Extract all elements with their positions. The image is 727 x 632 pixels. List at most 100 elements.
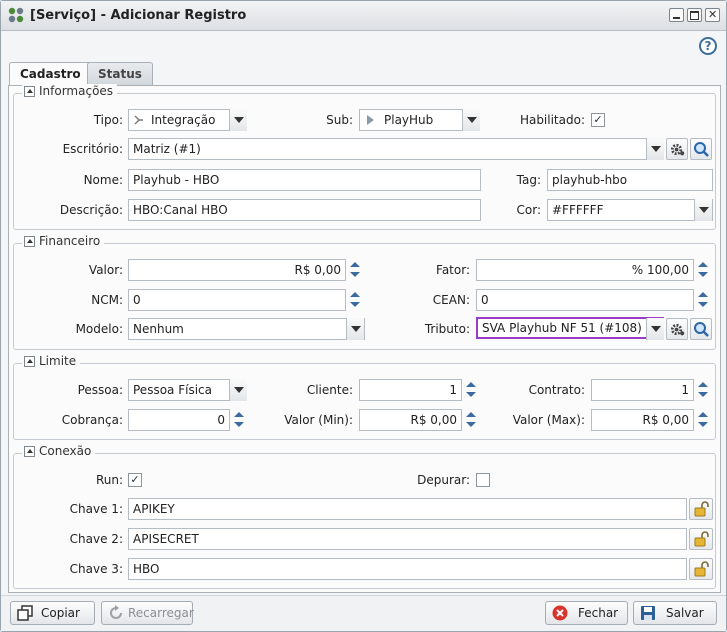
legend-limite[interactable]: Limite	[22, 354, 81, 368]
chave2-input[interactable]: APISECRET	[128, 528, 687, 550]
tag-label: Tag:	[516, 173, 541, 187]
stepper-up-icon[interactable]	[463, 379, 479, 390]
escritorio-search-button[interactable]	[690, 138, 712, 160]
ncm-input[interactable]: 0	[128, 289, 346, 311]
valor-stepper[interactable]	[347, 259, 363, 281]
recarregar-button[interactable]: Recarregar	[101, 601, 194, 625]
escritorio-select[interactable]: Matriz (#1)	[128, 138, 664, 160]
stepper-down-icon[interactable]	[695, 390, 711, 401]
salvar-button[interactable]: Salvar	[633, 601, 717, 625]
chave1-lock-button[interactable]	[689, 498, 713, 520]
pessoa-dropdown-arrow-icon[interactable]	[229, 379, 247, 401]
stepper-up-icon[interactable]	[695, 259, 711, 270]
collapse-icon[interactable]	[24, 445, 35, 457]
stepper-down-icon[interactable]	[695, 270, 711, 281]
stepper-down-icon[interactable]	[695, 300, 711, 311]
tributo-value: SVA Playhub NF 51 (#108)	[482, 321, 642, 335]
cor-select[interactable]: #FFFFFF	[547, 199, 713, 221]
cean-input[interactable]: 0	[476, 289, 694, 311]
chave3-input[interactable]: HBO	[128, 558, 687, 580]
stepper-up-icon[interactable]	[695, 379, 711, 390]
legend-label: Informações	[39, 84, 114, 98]
collapse-icon[interactable]	[24, 235, 35, 247]
ncm-stepper[interactable]	[347, 289, 363, 311]
cobranca-input[interactable]: 0	[128, 409, 230, 431]
fator-input[interactable]: % 100,00	[476, 259, 694, 281]
recarregar-label: Recarregar	[128, 606, 194, 620]
stepper-down-icon[interactable]	[463, 390, 479, 401]
help-icon[interactable]: ?	[699, 37, 717, 55]
maximize-button[interactable]	[687, 8, 702, 22]
cobranca-stepper[interactable]	[231, 409, 247, 431]
cliente-stepper[interactable]	[463, 379, 479, 401]
valor-max-input[interactable]: R$ 0,00	[591, 409, 694, 431]
run-checkbox[interactable]: ✓	[128, 473, 142, 487]
tipo-dropdown-arrow-icon[interactable]	[229, 109, 247, 131]
chave2-label: Chave 2:	[69, 532, 123, 546]
chave1-input[interactable]: APIKEY	[128, 498, 687, 520]
habilitado-checkbox[interactable]: ✓	[591, 113, 605, 127]
stepper-up-icon[interactable]	[695, 289, 711, 300]
window-title: [Serviço] - Adicionar Registro	[30, 8, 247, 23]
fator-stepper[interactable]	[695, 259, 711, 281]
collapse-icon[interactable]	[24, 85, 35, 97]
stepper-up-icon[interactable]	[347, 259, 363, 270]
valor-min-stepper[interactable]	[463, 409, 479, 431]
legend-financeiro[interactable]: Financeiro	[22, 234, 105, 248]
stepper-down-icon[interactable]	[231, 420, 247, 431]
escritorio-label: Escritório:	[62, 142, 123, 156]
cean-stepper[interactable]	[695, 289, 711, 311]
tributo-search-button[interactable]	[690, 318, 712, 340]
nome-input[interactable]: Playhub - HBO	[128, 169, 481, 191]
stepper-up-icon[interactable]	[695, 409, 711, 420]
stepper-down-icon[interactable]	[463, 420, 479, 431]
copy-icon	[17, 605, 33, 621]
sub-dropdown-arrow-icon[interactable]	[462, 109, 480, 131]
search-icon	[694, 142, 709, 157]
tributo-settings-button[interactable]	[666, 318, 688, 340]
collapse-icon[interactable]	[24, 355, 35, 367]
app-icon	[8, 7, 24, 23]
modelo-value: Nenhum	[133, 322, 184, 336]
escritorio-dropdown-arrow-icon[interactable]	[646, 138, 664, 160]
ncm-label: NCM:	[91, 293, 123, 307]
legend-conexao[interactable]: Conexão	[22, 444, 96, 458]
stepper-up-icon[interactable]	[463, 409, 479, 420]
tag-input[interactable]: playhub-hbo	[547, 169, 713, 191]
valor-min-input[interactable]: R$ 0,00	[359, 409, 462, 431]
valor-max-stepper[interactable]	[695, 409, 711, 431]
contrato-label: Contrato:	[528, 383, 585, 397]
chave1-label: Chave 1:	[69, 502, 123, 516]
tributo-dropdown-arrow-icon[interactable]	[646, 318, 664, 340]
playhub-icon	[367, 115, 374, 125]
tributo-select[interactable]: SVA Playhub NF 51 (#108)	[476, 317, 664, 339]
contrato-stepper[interactable]	[695, 379, 711, 401]
stepper-down-icon[interactable]	[695, 420, 711, 431]
contrato-input[interactable]: 1	[591, 379, 694, 401]
depurar-checkbox[interactable]	[476, 473, 490, 487]
valor-input[interactable]: R$ 0,00	[128, 259, 346, 281]
copiar-button[interactable]: Copiar	[10, 601, 95, 625]
cor-dropdown-arrow-icon[interactable]	[694, 199, 712, 221]
cliente-input[interactable]: 1	[359, 379, 462, 401]
fechar-button[interactable]: Fechar	[545, 601, 628, 625]
descricao-input[interactable]: HBO:Canal HBO	[128, 199, 481, 221]
modelo-dropdown-arrow-icon[interactable]	[346, 318, 364, 340]
chave2-lock-button[interactable]	[689, 528, 713, 550]
stepper-up-icon[interactable]	[231, 409, 247, 420]
close-window-button[interactable]	[705, 8, 720, 22]
stepper-down-icon[interactable]	[347, 270, 363, 281]
stepper-down-icon[interactable]	[347, 300, 363, 311]
modelo-select[interactable]: Nenhum	[128, 318, 365, 340]
search-icon	[694, 322, 709, 337]
minimize-button[interactable]	[669, 8, 684, 22]
title-bar[interactable]: [Serviço] - Adicionar Registro	[1, 1, 726, 31]
tributo-label: Tributo:	[424, 322, 470, 336]
refresh-icon	[110, 605, 122, 619]
legend-informacoes[interactable]: Informações	[22, 84, 118, 98]
escritorio-settings-button[interactable]	[666, 138, 688, 160]
valor-max-label: Valor (Max):	[512, 413, 585, 427]
chave3-lock-button[interactable]	[689, 558, 713, 580]
stepper-up-icon[interactable]	[347, 289, 363, 300]
tab-status[interactable]: Status	[87, 62, 153, 86]
